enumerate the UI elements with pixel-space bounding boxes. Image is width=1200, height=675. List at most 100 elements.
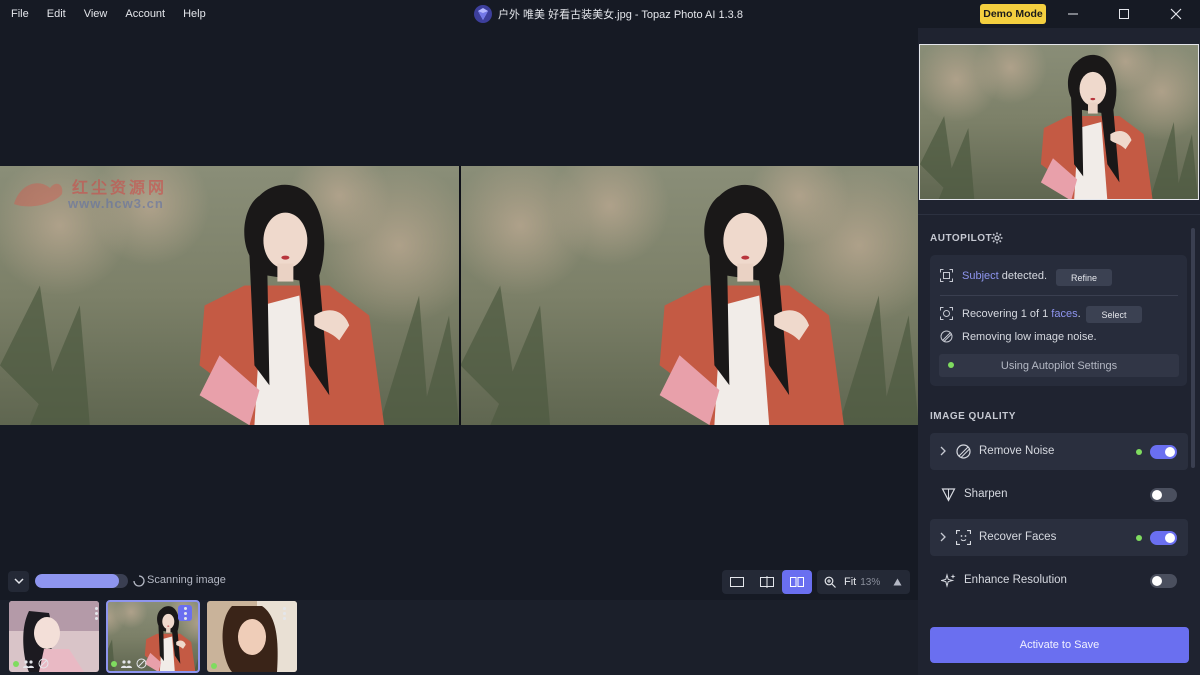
subject-detect-icon: [940, 269, 953, 282]
filmstrip: [0, 600, 918, 675]
settings-panel: AUTOPILOT Subject detected. Refine Recov…: [918, 28, 1200, 675]
menu-file[interactable]: File: [2, 0, 38, 28]
refine-button[interactable]: Refine: [1056, 269, 1112, 286]
close-button[interactable]: [1152, 0, 1200, 28]
navigator-preview[interactable]: [919, 44, 1199, 200]
split-view-icon: [760, 576, 774, 588]
watermark-url: www.hcw3.cn: [68, 196, 164, 211]
active-dot: [1136, 535, 1142, 541]
activate-to-save-button[interactable]: Activate to Save: [930, 627, 1189, 663]
menu-account[interactable]: Account: [116, 0, 174, 28]
sparkle-icon: [941, 573, 956, 588]
face-recover-icon: [940, 307, 953, 320]
view-mode-group: [722, 570, 812, 594]
side-by-side-icon: [790, 577, 804, 587]
status-dot: [948, 362, 954, 368]
select-faces-button[interactable]: Select: [1086, 306, 1142, 323]
caret-up-icon[interactable]: [893, 578, 902, 586]
thumbnail-1[interactable]: [9, 601, 99, 672]
chevron-right-icon[interactable]: [940, 532, 947, 542]
gear-icon[interactable]: [991, 232, 1003, 244]
faces-row: Recovering 1 of 1 faces.: [940, 307, 1081, 320]
thumbnail-menu-button[interactable]: [277, 605, 291, 621]
enhance-resolution-toggle[interactable]: [1150, 574, 1177, 588]
processed-photo: [461, 166, 918, 425]
thumbnail-status: [111, 658, 147, 669]
sharpen-row[interactable]: Sharpen: [930, 476, 1188, 513]
split-view-button[interactable]: [752, 570, 782, 594]
thumbnail-status: [13, 658, 49, 669]
thumbnail-status: [211, 663, 217, 669]
zoom-icon: [824, 576, 836, 588]
original-image[interactable]: 红尘资源网 www.hcw3.cn: [0, 166, 459, 425]
remove-noise-label: Remove Noise: [979, 445, 1055, 457]
panel-divider: [918, 214, 1200, 215]
sharpen-label: Sharpen: [964, 488, 1008, 500]
sharpen-toggle[interactable]: [1150, 488, 1177, 502]
minimize-icon: [1068, 13, 1078, 15]
noise-row: Removing low image noise.: [940, 330, 1097, 343]
sharpen-icon: [941, 488, 956, 502]
navigator-image: [920, 45, 1198, 199]
noise-icon: [940, 330, 953, 343]
chevron-down-icon: [13, 578, 24, 585]
maximize-icon: [1119, 9, 1129, 19]
collapse-filmstrip-button[interactable]: [8, 571, 29, 592]
menu-view[interactable]: View: [75, 0, 117, 28]
single-view-button[interactable]: [722, 570, 752, 594]
menu-edit[interactable]: Edit: [38, 0, 75, 28]
recover-faces-row[interactable]: Recover Faces: [930, 519, 1188, 556]
watermark: 红尘资源网 www.hcw3.cn: [10, 172, 198, 214]
scan-status: Scanning image: [147, 574, 226, 586]
chevron-right-icon[interactable]: [940, 446, 947, 456]
single-view-icon: [730, 577, 744, 587]
recover-faces-icon: [956, 530, 971, 545]
watermark-title: 红尘资源网: [72, 180, 168, 197]
zoom-value: 13%: [860, 576, 881, 588]
window-title-text: 户外 唯美 好看古装美女.jpg - Topaz Photo AI 1.3.8: [498, 9, 743, 21]
autopilot-title: AUTOPILOT: [930, 233, 993, 244]
menu-help[interactable]: Help: [174, 0, 215, 28]
thumbnail-3[interactable]: [207, 601, 297, 672]
watermark-logo-icon: [14, 183, 63, 207]
faces-icon: [121, 660, 132, 668]
autopilot-divider: [940, 295, 1178, 296]
minimize-button[interactable]: [1049, 0, 1097, 28]
enhance-resolution-label: Enhance Resolution: [964, 574, 1067, 586]
faces-icon: [23, 660, 34, 668]
recover-faces-toggle[interactable]: [1150, 531, 1177, 545]
remove-noise-row[interactable]: Remove Noise: [930, 433, 1188, 470]
image-canvas[interactable]: 红尘资源网 www.hcw3.cn: [0, 28, 918, 562]
remove-noise-toggle[interactable]: [1150, 445, 1177, 459]
demo-mode-badge[interactable]: Demo Mode: [980, 4, 1046, 24]
close-icon: [1170, 8, 1182, 20]
noise-text: Removing low image noise.: [962, 330, 1097, 343]
status-dot: [111, 660, 117, 667]
title-bar: File Edit View Account Help 户外 唯美 好看古装美女…: [0, 0, 1200, 28]
remove-noise-icon: [956, 444, 971, 459]
active-dot: [1136, 449, 1142, 455]
thumbnail-menu-button[interactable]: [89, 605, 99, 621]
noise-icon: [38, 658, 49, 669]
scan-progress-bar: [35, 574, 128, 588]
window-title: 户外 唯美 好看古装美女.jpg - Topaz Photo AI 1.3.8: [474, 0, 743, 28]
recover-faces-label: Recover Faces: [979, 531, 1057, 543]
scan-progress-fill: [35, 574, 119, 588]
canvas-toolbar: Scanning image Fit 13%: [0, 562, 918, 600]
processed-image[interactable]: [461, 166, 918, 425]
subject-row: Subject detected.: [940, 269, 1047, 282]
topaz-logo-icon: [474, 5, 492, 23]
zoom-control[interactable]: Fit 13%: [817, 570, 910, 594]
thumbnail-2[interactable]: [106, 600, 200, 673]
side-by-side-button[interactable]: [782, 570, 812, 594]
noise-icon: [136, 658, 147, 669]
faces-text: Recovering 1 of 1 faces.: [962, 307, 1081, 320]
image-quality-title: IMAGE QUALITY: [930, 411, 1016, 422]
zoom-label: Fit: [844, 576, 857, 588]
maximize-button[interactable]: [1100, 0, 1148, 28]
thumbnail-menu-button[interactable]: [178, 605, 192, 621]
autopilot-settings-label: Using Autopilot Settings: [1000, 359, 1118, 372]
panel-scrollbar[interactable]: [1191, 228, 1195, 468]
enhance-resolution-row[interactable]: Enhance Resolution: [930, 562, 1188, 599]
autopilot-settings-button[interactable]: Using Autopilot Settings: [939, 354, 1179, 377]
